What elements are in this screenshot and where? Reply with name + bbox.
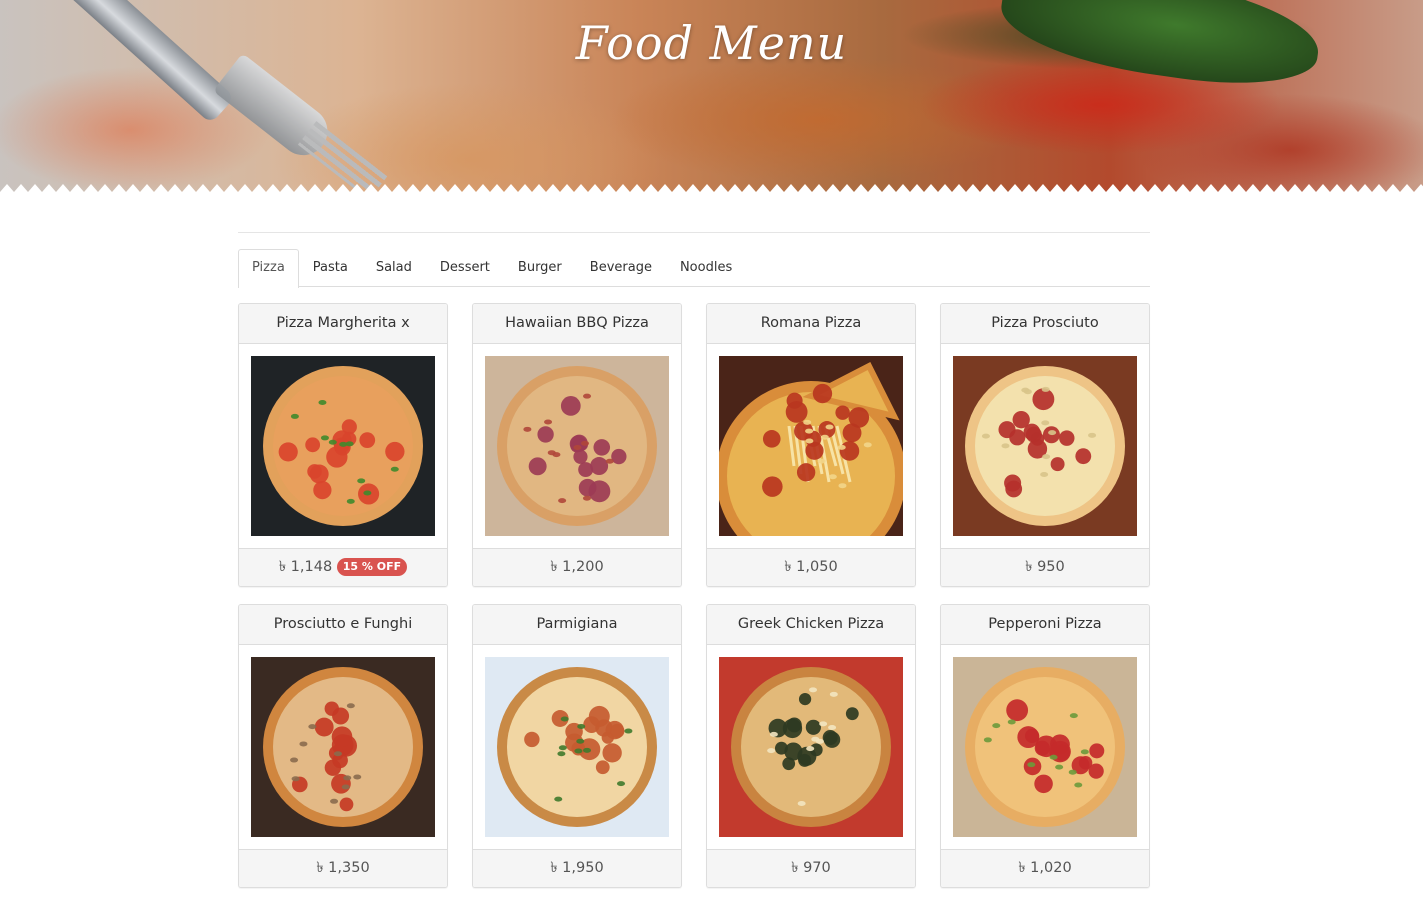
romana-pizza-photo[interactable] — [719, 356, 903, 536]
item-price: ৳ 1,350 — [239, 849, 447, 887]
item-price: ৳ 1,050 — [707, 548, 915, 586]
prosciutto-funghi-photo[interactable] — [251, 657, 435, 837]
item-price-row: ৳ 1,148 15 % OFF — [239, 548, 447, 586]
tab-beverage[interactable]: Beverage — [576, 249, 666, 287]
menu-item-card[interactable]: Prosciutto e Funghi ৳ 1,350 — [238, 604, 448, 888]
item-name: Hawaiian BBQ Pizza — [473, 304, 681, 344]
hero-banner: Food Menu — [0, 0, 1423, 192]
greek-chicken-pizza-photo[interactable] — [719, 657, 903, 837]
zigzag-divider — [0, 184, 1423, 192]
tab-salad[interactable]: Salad — [362, 249, 426, 287]
item-name: Pizza Margherita x — [239, 304, 447, 344]
menu-item-card[interactable]: Parmigiana ৳ 1,950 — [472, 604, 682, 888]
item-price: ৳ 950 — [941, 548, 1149, 586]
item-name: Romana Pizza — [707, 304, 915, 344]
item-price: ৳ 1,950 — [473, 849, 681, 887]
discount-badge: 15 % OFF — [336, 558, 408, 576]
item-name: Greek Chicken Pizza — [707, 605, 915, 645]
item-price: ৳ 1,020 — [941, 849, 1149, 887]
menu-item-card[interactable]: Pizza Margherita x ৳ 1,148 15 % OFF — [238, 303, 448, 587]
menu-item-card[interactable]: Greek Chicken Pizza ৳ 970 — [706, 604, 916, 888]
item-name: Prosciutto e Funghi — [239, 605, 447, 645]
tab-pasta[interactable]: Pasta — [299, 249, 362, 287]
pizza-prosciuto-photo[interactable] — [953, 356, 1137, 536]
tab-pizza[interactable]: Pizza — [238, 249, 299, 288]
item-price: ৳ 970 — [707, 849, 915, 887]
item-name: Pepperoni Pizza — [941, 605, 1149, 645]
tab-noodles[interactable]: Noodles — [666, 249, 746, 287]
hawaiian-bbq-pizza-photo[interactable] — [485, 356, 669, 536]
item-price: ৳ 1,148 — [278, 559, 333, 575]
item-price: ৳ 1,200 — [473, 548, 681, 586]
menu-grid: Pizza Margherita x ৳ 1,148 15 % OFF Hawa… — [238, 303, 1150, 888]
menu-item-card[interactable]: Hawaiian BBQ Pizza ৳ 1,200 — [472, 303, 682, 587]
tab-dessert[interactable]: Dessert — [426, 249, 504, 287]
page-title: Food Menu — [575, 16, 848, 70]
menu-item-card[interactable]: Pizza Prosciuto ৳ 950 — [940, 303, 1150, 587]
category-tabs: Pizza Pasta Salad Dessert Burger Beverag… — [238, 249, 1150, 288]
parmigiana-photo[interactable] — [485, 657, 669, 837]
item-name: Pizza Prosciuto — [941, 304, 1149, 344]
divider — [238, 232, 1150, 233]
pizza-margherita-photo[interactable] — [251, 356, 435, 536]
menu-item-card[interactable]: Pepperoni Pizza ৳ 1,020 — [940, 604, 1150, 888]
item-name: Parmigiana — [473, 605, 681, 645]
tab-burger[interactable]: Burger — [504, 249, 576, 287]
menu-container: Pizza Pasta Salad Dessert Burger Beverag… — [238, 232, 1150, 888]
pepperoni-pizza-photo[interactable] — [953, 657, 1137, 837]
menu-item-card[interactable]: Romana Pizza ৳ 1,050 — [706, 303, 916, 587]
